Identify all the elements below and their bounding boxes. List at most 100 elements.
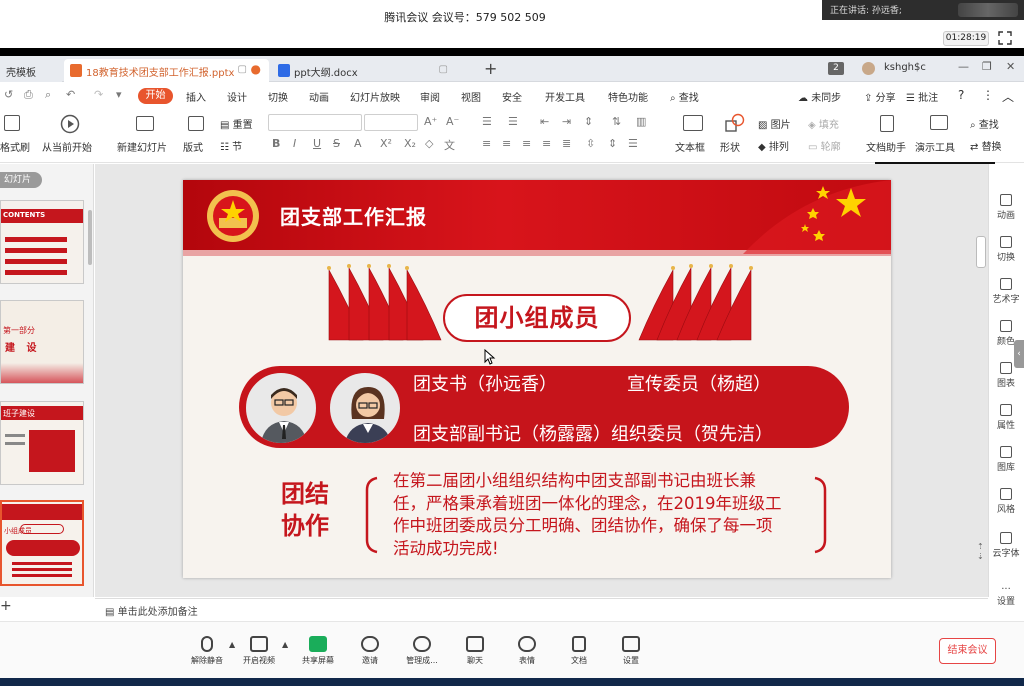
document-assistant-button[interactable]: 文档助手 [866,139,906,154]
justify-icon[interactable]: ≡ [542,137,551,150]
right-panel-chart[interactable]: 图表 [988,362,1024,389]
bold-icon[interactable]: B [272,137,280,150]
outline-button[interactable]: ▭ 轮廓 [808,138,841,153]
invite-button[interactable]: 邀请 [345,636,395,666]
tab-pptx-active[interactable]: 18教育技术团支部工作汇报.pptx ▢ ● [64,59,269,82]
italic-icon[interactable]: I [293,137,296,150]
end-meeting-button[interactable]: 结束会议 [939,638,996,664]
clear-format-icon[interactable]: ◇ [425,137,433,150]
align-right-icon[interactable]: ≡ [522,137,531,150]
increase-indent-icon[interactable]: ⇥ [562,115,571,128]
manage-members-button[interactable]: 管理成... [397,636,447,666]
pin-icon[interactable]: ▢ [238,64,247,75]
superscript-icon[interactable]: X² [380,137,392,150]
picture-button[interactable]: ▨ 图片 [758,116,791,131]
presentation-tools-icon[interactable] [930,115,948,130]
find-button[interactable]: ⌕ 查找 [970,116,999,131]
font-color-icon[interactable]: A [354,137,362,150]
redo-icon[interactable]: ↷ [94,88,103,101]
numbered-list-icon[interactable]: ☰ [508,115,518,128]
documents-button[interactable]: 文档 [554,636,604,666]
sync-status[interactable]: ☁ 未同步 [798,89,841,104]
right-panel-cloud-font[interactable]: 云字体 [988,532,1024,559]
fill-button[interactable]: ◈ 填充 [808,116,839,131]
new-slide-icon[interactable] [136,116,154,131]
quick-access-dropdown-icon[interactable]: ▾ [116,88,122,101]
layout-icon[interactable] [188,116,204,131]
right-panel-settings[interactable]: ··· 设置 [988,585,1024,608]
new-slide-button[interactable]: 新建幻灯片 [117,139,167,154]
window-count-badge[interactable]: 2 [828,62,844,75]
right-panel-style[interactable]: 风格 [988,488,1024,515]
more-icon[interactable]: ⋮ [982,88,994,102]
undo-icon[interactable]: ↶ [66,88,75,101]
align-left-icon[interactable]: ≡ [482,137,491,150]
right-panel-transition[interactable]: 切换 [988,236,1024,263]
textbox-icon[interactable] [683,115,703,131]
restore-icon[interactable]: ❐ [982,60,992,73]
fullscreen-icon[interactable] [998,31,1012,45]
increase-font-icon[interactable]: A⁺ [424,115,437,128]
strikethrough-icon[interactable]: S [333,137,340,150]
notes-bar[interactable]: ▤ 单击此处添加备注 [95,598,988,620]
shape-button[interactable]: 形状 [720,139,740,154]
arrange-button[interactable]: ◆ 排列 [758,138,789,153]
vertical-align-icon[interactable]: ⇕ [608,137,617,150]
collapse-ribbon-icon[interactable]: ︿ [1002,88,1014,105]
pin-icon[interactable]: ▢ [439,64,448,75]
menu-review[interactable]: 审阅 [420,89,440,104]
distribute-icon[interactable]: ≣ [562,137,571,150]
shapes-icon[interactable] [724,113,746,133]
share-button[interactable]: ⇪ 分享 [864,89,896,104]
tab-docx[interactable]: ppt大纲.docx ▢ [272,59,462,82]
font-size-select[interactable] [364,114,418,131]
right-panel-gallery[interactable]: 图库 [988,446,1024,473]
slide-thumbnail-4-selected[interactable]: 小组成员 [0,500,84,586]
menu-view[interactable]: 视图 [461,89,481,104]
print-icon[interactable]: ⎙ [24,88,33,102]
slide-4[interactable]: 团支部工作汇报 团小组成员 团支书（孙远香） 宣传委员（杨超） 团支部副书记（杨… [183,180,891,578]
format-painter-label[interactable]: 格式刷 [0,139,30,154]
right-panel-wordart[interactable]: 艺术字 [988,278,1024,305]
menu-developer[interactable]: 开发工具 [545,89,585,104]
chat-button[interactable]: 聊天 [450,636,500,666]
add-slide-icon[interactable]: + [0,598,12,614]
font-family-select[interactable] [268,114,362,131]
page-nav-arrows-icon[interactable]: ⇡ ⇣ [977,542,984,562]
text-align-icon[interactable]: ☰ [628,137,638,150]
text-direction-icon[interactable]: ⇅ [612,115,621,128]
layout-button[interactable]: 版式 [183,139,203,154]
help-icon[interactable]: ? [958,88,964,102]
underline-icon[interactable]: U [313,137,321,150]
comment-button[interactable]: ☰ 批注 [906,89,938,104]
menu-search[interactable]: ⌕ 查找 [670,89,699,104]
play-icon[interactable] [60,114,80,134]
decrease-indent-icon[interactable]: ⇤ [540,115,549,128]
menu-design[interactable]: 设计 [227,89,247,104]
new-tab-plus-icon[interactable]: + [484,59,497,78]
decrease-font-icon[interactable]: A⁻ [446,115,459,128]
slides-scrollbar[interactable] [88,210,92,265]
start-video-button[interactable]: 开启视频 [234,636,284,666]
paragraph-spacing-icon[interactable]: ⇳ [586,137,595,150]
play-from-current-button[interactable]: 从当前开始 [42,139,92,154]
menu-insert[interactable]: 插入 [186,89,206,104]
slide-thumbnail-3[interactable]: 班子建设 [0,401,84,485]
meeting-settings-button[interactable]: 设置 [606,636,656,666]
menu-special[interactable]: 特色功能 [608,89,648,104]
format-painter-icon[interactable] [4,115,20,131]
presentation-tools-button[interactable]: 演示工具 [915,139,955,154]
document-assistant-icon[interactable] [880,115,894,132]
menu-animation[interactable]: 动画 [309,89,329,104]
share-screen-button[interactable]: 共享屏幕 [293,636,343,666]
preview-icon[interactable]: ⌕ [45,88,51,102]
minimize-icon[interactable]: — [958,60,969,73]
line-spacing-icon[interactable]: ⇕ [584,115,593,128]
tab-template[interactable]: 壳模板 [0,59,62,82]
menu-security[interactable]: 安全 [502,89,522,104]
replace-button[interactable]: ⇄ 替换 [970,138,1002,153]
slide-thumbnail-1[interactable]: CONTENTS [0,200,84,284]
unmute-button[interactable]: 解除静音 [182,636,232,666]
section-button[interactable]: ☷ 节 [220,138,242,153]
video-options-caret-icon[interactable]: ▲ [282,640,288,649]
